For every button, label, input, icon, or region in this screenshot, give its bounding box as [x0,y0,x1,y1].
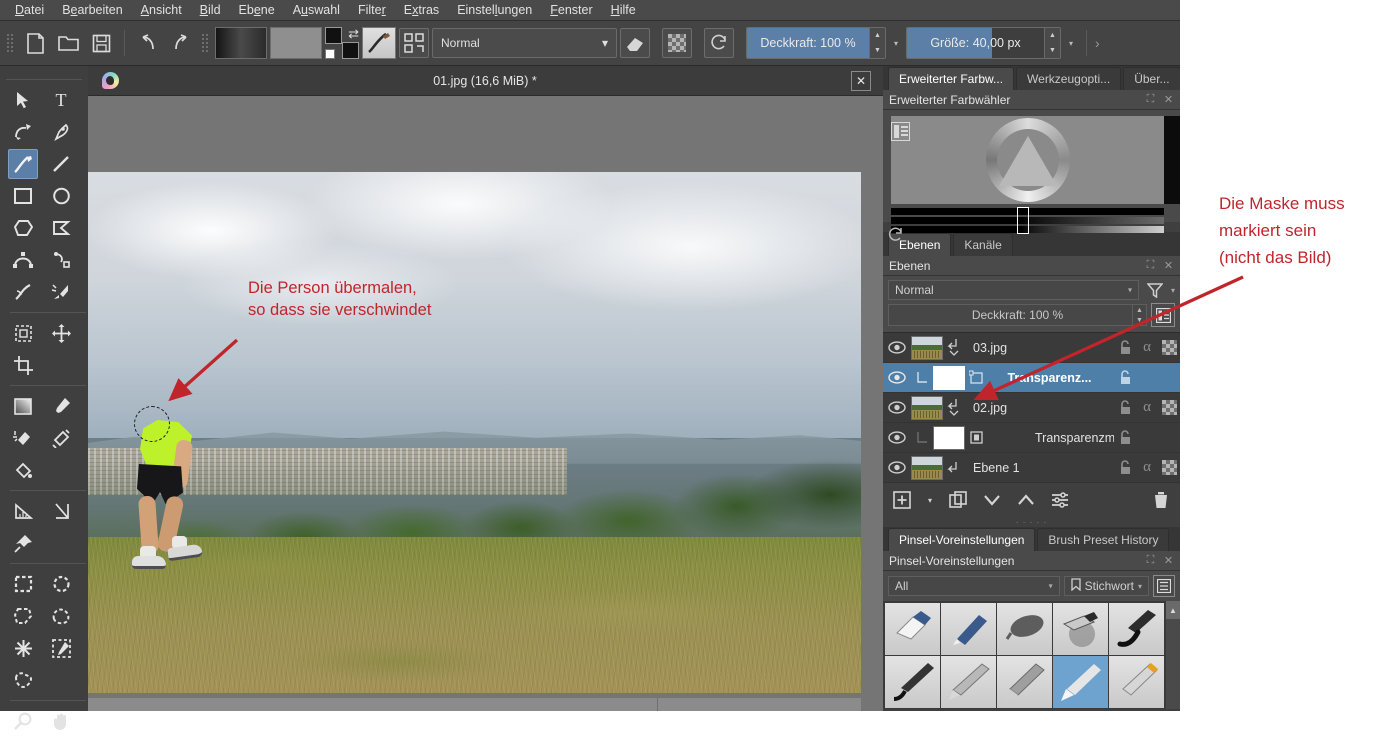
saturation-value-triangle[interactable] [998,136,1057,186]
arrow-to-person [168,338,239,402]
arrow-to-mask [973,275,1244,401]
annotation-arrows [168,275,1244,402]
